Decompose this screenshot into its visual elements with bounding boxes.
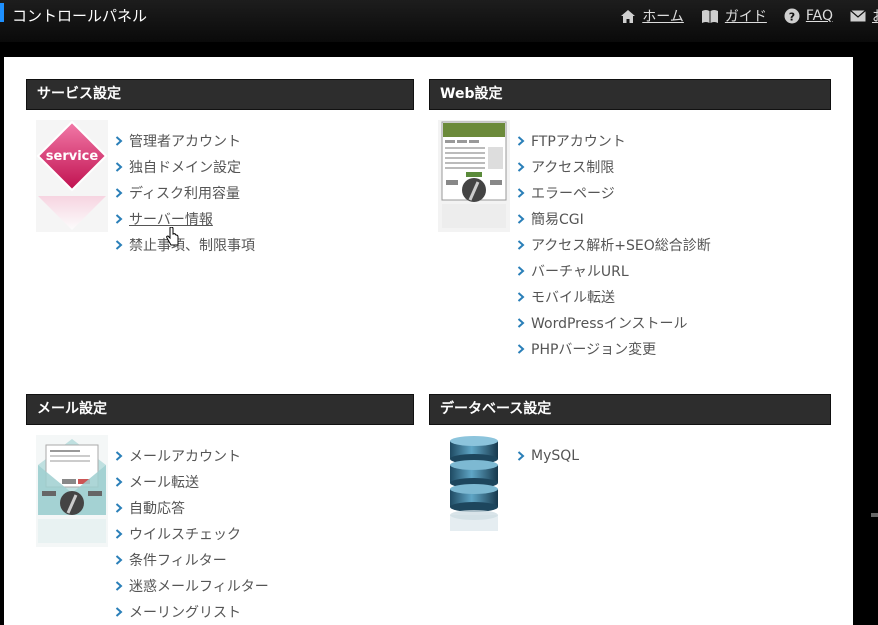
mail-link-spam-filter[interactable]: 迷惑メールフィルター bbox=[115, 573, 269, 599]
service-link-list: 管理者アカウント 独自ドメイン設定 ディスク利用容量 サーバー情報 禁止事項、制… bbox=[115, 128, 255, 258]
chevron-right-icon bbox=[517, 188, 527, 198]
chevron-right-icon bbox=[115, 503, 125, 513]
chevron-right-icon bbox=[115, 477, 125, 487]
mail-link-virus-check[interactable]: ウイルスチェック bbox=[115, 521, 269, 547]
web-section-header: Web設定 bbox=[429, 79, 831, 110]
web-link-list: FTPアカウント アクセス制限 エラーページ 簡易CGI アクセス解析+SEO総… bbox=[517, 128, 711, 362]
web-link-mobile-redirect[interactable]: モバイル転送 bbox=[517, 284, 711, 310]
nav-home-link[interactable]: ホーム bbox=[620, 6, 684, 26]
chevron-right-icon bbox=[115, 451, 125, 461]
title-accent bbox=[0, 3, 4, 22]
web-link-cgi[interactable]: 簡易CGI bbox=[517, 206, 711, 232]
home-icon bbox=[620, 9, 636, 24]
nav-faq-label: FAQ bbox=[805, 8, 833, 24]
chevron-right-icon bbox=[517, 318, 527, 328]
scrollbar-handle[interactable] bbox=[871, 513, 878, 517]
service-link-domain[interactable]: 独自ドメイン設定 bbox=[115, 154, 255, 180]
chevron-right-icon bbox=[517, 240, 527, 250]
nav-contact-link[interactable]: お bbox=[850, 6, 878, 26]
chevron-right-icon bbox=[517, 451, 527, 461]
chevron-right-icon bbox=[517, 266, 527, 276]
chevron-right-icon bbox=[517, 292, 527, 302]
mail-link-mailing-list[interactable]: メーリングリスト bbox=[115, 599, 269, 625]
service-thumbnail: service bbox=[36, 120, 108, 236]
mail-section-header: メール設定 bbox=[26, 394, 414, 425]
top-nav: ホーム ガイド ? FAQ お bbox=[620, 6, 878, 26]
chevron-right-icon bbox=[115, 214, 125, 224]
help-icon: ? bbox=[784, 8, 800, 24]
service-link-disk-usage[interactable]: ディスク利用容量 bbox=[115, 180, 255, 206]
web-thumbnail bbox=[438, 120, 510, 236]
chevron-right-icon bbox=[115, 162, 125, 172]
service-link-server-info[interactable]: サーバー情報 bbox=[115, 206, 255, 232]
service-section-header: サービス設定 bbox=[26, 79, 414, 110]
web-link-virtual-url[interactable]: バーチャルURL bbox=[517, 258, 711, 284]
nav-faq-link[interactable]: ? FAQ bbox=[784, 8, 833, 24]
web-link-wordpress-install[interactable]: WordPressインストール bbox=[517, 310, 711, 336]
chevron-right-icon bbox=[517, 162, 527, 172]
mail-link-filter[interactable]: 条件フィルター bbox=[115, 547, 269, 573]
chevron-right-icon bbox=[517, 344, 527, 354]
chevron-right-icon bbox=[115, 529, 125, 539]
service-link-admin-account[interactable]: 管理者アカウント bbox=[115, 128, 255, 154]
mail-link-account[interactable]: メールアカウント bbox=[115, 443, 269, 469]
mail-icon bbox=[850, 10, 866, 22]
web-link-access-limit[interactable]: アクセス制限 bbox=[517, 154, 711, 180]
chevron-right-icon bbox=[115, 581, 125, 591]
nav-contact-label: お bbox=[872, 6, 878, 26]
app-title: コントロールパネル bbox=[12, 7, 148, 25]
web-link-error-page[interactable]: エラーページ bbox=[517, 180, 711, 206]
chevron-right-icon bbox=[115, 188, 125, 198]
chevron-right-icon bbox=[115, 136, 125, 146]
service-badge-text: service bbox=[46, 149, 99, 164]
svg-text:?: ? bbox=[789, 11, 795, 24]
chevron-right-icon bbox=[115, 607, 125, 617]
database-link-list: MySQL bbox=[517, 443, 579, 469]
service-link-restrictions[interactable]: 禁止事項、制限事項 bbox=[115, 232, 255, 258]
mail-link-forward[interactable]: メール転送 bbox=[115, 469, 269, 495]
main-panel: サービス設定 service 管理者アカウント 独自ドメイン設定 ディスク利用容… bbox=[4, 57, 853, 625]
web-link-ftp[interactable]: FTPアカウント bbox=[517, 128, 711, 154]
web-link-analytics-seo[interactable]: アクセス解析+SEO総合診断 bbox=[517, 232, 711, 258]
web-link-php-version[interactable]: PHPバージョン変更 bbox=[517, 336, 711, 362]
chevron-right-icon bbox=[517, 136, 527, 146]
chevron-right-icon bbox=[115, 240, 125, 250]
mail-link-list: メールアカウント メール転送 自動応答 ウイルスチェック 条件フィルター 迷惑メ… bbox=[115, 443, 269, 625]
database-thumbnail bbox=[444, 435, 504, 539]
database-section-header: データベース設定 bbox=[429, 394, 831, 425]
nav-guide-link[interactable]: ガイド bbox=[701, 6, 767, 26]
hand-cursor-icon bbox=[166, 226, 180, 251]
mail-thumbnail bbox=[36, 435, 108, 551]
database-link-mysql[interactable]: MySQL bbox=[517, 443, 579, 469]
top-bar: コントロールパネル ホーム ガイド ? FAQ お bbox=[0, 0, 878, 42]
chevron-right-icon bbox=[115, 555, 125, 565]
book-icon bbox=[701, 9, 719, 24]
nav-home-label: ホーム bbox=[642, 9, 684, 25]
chevron-right-icon bbox=[517, 214, 527, 224]
nav-guide-label: ガイド bbox=[724, 9, 767, 25]
mail-link-autoreply[interactable]: 自動応答 bbox=[115, 495, 269, 521]
